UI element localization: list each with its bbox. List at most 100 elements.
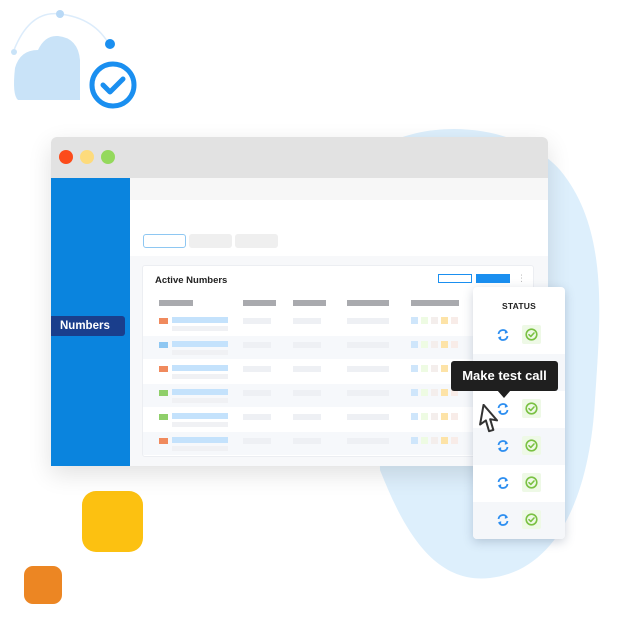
decorative-yellow-square [82, 491, 143, 552]
status-badge [522, 510, 541, 529]
capability-icon [441, 413, 448, 420]
capability-icon [411, 365, 418, 372]
phone-number-link[interactable] [172, 389, 228, 395]
column-header-3[interactable] [293, 300, 326, 306]
country-flag-icon [159, 318, 168, 324]
capability-icon [441, 317, 448, 324]
number-subtext [172, 350, 228, 355]
country-flag-icon [159, 342, 168, 348]
capability-icon [411, 389, 418, 396]
status-badge [522, 399, 541, 418]
country-flag-icon [159, 414, 168, 420]
capability-icon [411, 341, 418, 348]
check-circle-icon [525, 402, 538, 415]
capability-icon [431, 437, 438, 444]
sync-icon[interactable] [496, 513, 510, 527]
table-cell [293, 366, 321, 372]
secondary-action-button[interactable] [438, 274, 472, 283]
phone-number-link[interactable] [172, 413, 228, 419]
number-subtext [172, 374, 228, 379]
subheader-bar [130, 178, 548, 200]
column-header-5[interactable] [411, 300, 459, 306]
capability-icon [441, 389, 448, 396]
tab-third[interactable] [235, 234, 278, 248]
table-cell [243, 390, 271, 396]
capability-icon [431, 389, 438, 396]
sync-icon[interactable] [496, 476, 510, 490]
table-cell [243, 366, 271, 372]
country-flag-icon [159, 366, 168, 372]
capability-icon [431, 317, 438, 324]
table-cell [347, 366, 389, 372]
phone-number-link[interactable] [172, 437, 228, 443]
column-header-4[interactable] [347, 300, 389, 306]
capability-icon [411, 317, 418, 324]
country-flag-icon [159, 390, 168, 396]
card-title: Active Numbers [155, 275, 228, 286]
capability-icon [431, 365, 438, 372]
capability-icon [411, 437, 418, 444]
country-flag-icon [159, 438, 168, 444]
close-window-button[interactable] [59, 150, 73, 164]
phone-number-link[interactable] [172, 365, 228, 371]
capability-icon [451, 341, 458, 348]
capability-icon [421, 437, 428, 444]
sidebar-item-numbers[interactable]: Numbers [51, 316, 125, 336]
sidebar: Numbers [51, 178, 130, 466]
table-cell [243, 318, 271, 324]
table-cell [293, 390, 321, 396]
phone-number-link[interactable] [172, 341, 228, 347]
table-cell [293, 342, 321, 348]
capability-icon [421, 413, 428, 420]
mouse-pointer-icon [479, 404, 499, 433]
table-cell [243, 342, 271, 348]
sync-icon[interactable] [496, 439, 510, 453]
number-subtext [172, 398, 228, 403]
capability-icon [451, 317, 458, 324]
capability-icon [431, 341, 438, 348]
capability-icon [441, 341, 448, 348]
capability-icon [411, 413, 418, 420]
tooltip-arrow [497, 390, 511, 398]
table-cell [293, 318, 321, 324]
primary-action-button[interactable] [476, 274, 510, 283]
status-header: STATUS [502, 301, 536, 311]
table-cell [243, 414, 271, 420]
capability-icon [441, 365, 448, 372]
sync-icon[interactable] [496, 328, 510, 342]
number-subtext [172, 446, 228, 451]
tab-active[interactable] [143, 234, 186, 248]
column-header-2[interactable] [243, 300, 276, 306]
capability-icon [441, 437, 448, 444]
status-row [473, 317, 565, 354]
capability-icon [451, 413, 458, 420]
check-circle-icon [525, 328, 538, 341]
column-header-number[interactable] [159, 300, 193, 306]
phone-number-link[interactable] [172, 317, 228, 323]
number-subtext [172, 422, 228, 427]
decorative-orange-square [24, 566, 62, 604]
number-subtext [172, 326, 228, 331]
capability-icon [421, 389, 428, 396]
maximize-window-button[interactable] [101, 150, 115, 164]
check-circle-icon [525, 476, 538, 489]
minimize-window-button[interactable] [80, 150, 94, 164]
table-cell [243, 438, 271, 444]
table-cell [347, 390, 389, 396]
capability-icon [421, 341, 428, 348]
table-cell [347, 414, 389, 420]
status-badge [522, 325, 541, 344]
check-circle-icon [525, 513, 538, 526]
table-cell [347, 318, 389, 324]
capability-icon [431, 413, 438, 420]
check-circle-icon [525, 439, 538, 452]
status-badge [522, 473, 541, 492]
tab-second[interactable] [189, 234, 232, 248]
status-row [473, 502, 565, 539]
capability-icon [421, 317, 428, 324]
table-cell [347, 342, 389, 348]
make-test-call-tooltip: Make test call [451, 361, 558, 391]
more-options-icon[interactable]: ⋮ [517, 273, 526, 283]
table-cell [293, 438, 321, 444]
table-cell [347, 438, 389, 444]
